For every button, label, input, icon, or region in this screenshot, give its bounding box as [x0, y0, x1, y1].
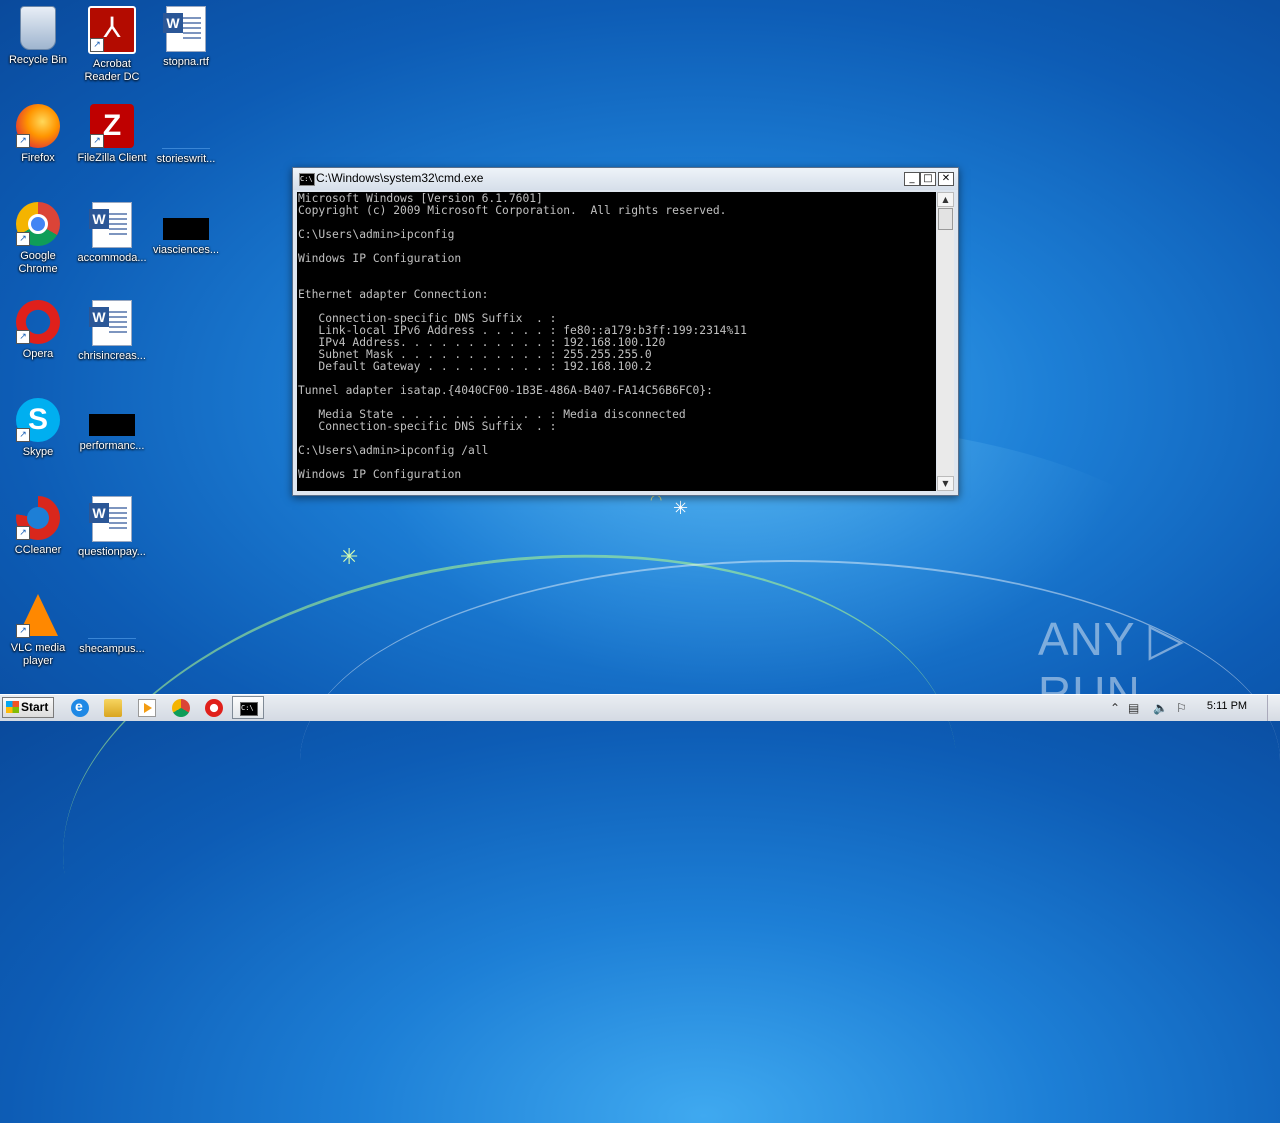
cmd-app-icon[interactable]: C:\: [299, 173, 315, 186]
taskbar: Start C:\ ⌃ ▤ 🔈 ⚐ 5:11 PM: [0, 694, 1280, 721]
desktop-icon-opera[interactable]: ↗ Opera: [0, 300, 76, 361]
cmd-window[interactable]: C:\ C:\Windows\system32\cmd.exe _ □ ✕ Mi…: [292, 167, 959, 496]
desktop-icon-questionpay[interactable]: W questionpay...: [74, 496, 150, 559]
desktop-icon-chrome[interactable]: ↗ Google Chrome: [0, 202, 76, 276]
desktop-icon-recycle-bin[interactable]: Recycle Bin: [0, 6, 76, 67]
desktop-icon-label: shecampus...: [79, 643, 145, 655]
desktop-icon-chrisincreas[interactable]: W chrisincreas...: [74, 300, 150, 363]
desktop-icon-label: VLC media player: [10, 642, 66, 667]
firefox-icon: ↗: [16, 104, 60, 148]
scrollbar-thumb[interactable]: [938, 208, 953, 230]
cmd-console[interactable]: Microsoft Windows [Version 6.1.7601] Cop…: [297, 192, 936, 491]
chrome-taskbar-icon[interactable]: [172, 699, 190, 717]
desktop-icon-label: FileZilla Client: [77, 152, 147, 164]
opera-icon: ↗: [16, 300, 60, 344]
scroll-up-arrow-icon[interactable]: ▲: [937, 192, 954, 207]
desktop-icon-label: Skype: [22, 446, 54, 458]
shortcut-arrow-icon: ↗: [16, 624, 30, 638]
shortcut-arrow-icon: ↗: [16, 134, 30, 148]
blank-file-icon: [162, 120, 210, 149]
start-button[interactable]: Start: [2, 697, 54, 718]
file-explorer-icon[interactable]: [104, 699, 122, 717]
action-center-flag-icon[interactable]: ⚐: [1176, 699, 1187, 717]
internet-explorer-icon[interactable]: [71, 698, 89, 717]
cmd-icon: C:\: [240, 702, 258, 716]
desktop-icon-label: Recycle Bin: [8, 54, 68, 66]
word-document-icon: W: [89, 300, 132, 346]
word-document-icon: W: [89, 202, 132, 248]
desktop-icon-label: Google Chrome: [18, 250, 58, 275]
network-icon[interactable]: ▤: [1128, 699, 1144, 717]
desktop-icon-label: questionpay...: [78, 546, 146, 558]
shortcut-arrow-icon: ↗: [90, 38, 104, 52]
black-thumbnail-icon: [89, 414, 135, 436]
close-button[interactable]: ✕: [938, 172, 954, 186]
desktop-icon-label: viasciences...: [152, 244, 220, 256]
windows-logo-icon: [6, 701, 19, 713]
desktop-icon-label: Acrobat Reader DC: [84, 58, 140, 83]
shortcut-arrow-icon: ↗: [16, 232, 30, 246]
cmd-output-text: Microsoft Windows [Version 6.1.7601] Cop…: [298, 192, 747, 481]
desktop-icon-storieswrit[interactable]: storieswrit...: [148, 104, 224, 166]
desktop-icon-label: accommoda...: [77, 252, 147, 264]
desktop-icon-filezilla[interactable]: Z ↗ FileZilla Client: [74, 104, 150, 165]
desktop-icon-acrobat[interactable]: ⅄ ↗ Acrobat Reader DC: [74, 6, 150, 84]
desktop-icon-stopna[interactable]: W stopna.rtf: [148, 6, 224, 69]
cmd-titlebar[interactable]: C:\ C:\Windows\system32\cmd.exe _ □ ✕: [293, 168, 958, 190]
shortcut-arrow-icon: ↗: [16, 526, 30, 540]
wallpaper-sparkle: ✳: [340, 545, 359, 570]
show-hidden-icons-icon[interactable]: ⌃: [1110, 699, 1120, 717]
taskbar-clock[interactable]: 5:11 PM: [1196, 700, 1258, 712]
desktop-icon-viasciences[interactable]: viasciences...: [148, 202, 224, 257]
skype-icon: S ↗: [16, 398, 60, 442]
desktop-icon-ccleaner[interactable]: ↗ CCleaner: [0, 496, 76, 557]
black-thumbnail-icon: [163, 218, 209, 240]
cmd-scrollbar[interactable]: ▲ ▼: [937, 192, 954, 491]
desktop-icon-label: Opera: [22, 348, 54, 360]
ccleaner-icon: ↗: [16, 496, 60, 540]
desktop-icon-label: performanc...: [79, 440, 145, 452]
shortcut-arrow-icon: ↗: [16, 428, 30, 442]
desktop-icon-label: Firefox: [21, 152, 55, 164]
shortcut-arrow-icon: ↗: [16, 330, 30, 344]
wallpaper-sparkle: ✳: [673, 498, 689, 519]
scroll-down-arrow-icon[interactable]: ▼: [937, 476, 954, 491]
cmd-taskbar-button[interactable]: C:\: [232, 696, 264, 719]
start-label: Start: [21, 700, 49, 714]
recycle-bin-icon: [20, 6, 56, 50]
opera-taskbar-icon[interactable]: [205, 699, 223, 717]
show-desktop-button[interactable]: [1267, 695, 1280, 721]
desktop-icon-firefox[interactable]: ↗ Firefox: [0, 104, 76, 165]
desktop-icon-label: stopna.rtf: [163, 56, 209, 68]
minimize-button[interactable]: _: [904, 172, 920, 186]
maximize-button[interactable]: □: [920, 172, 936, 186]
volume-icon[interactable]: 🔈: [1153, 699, 1168, 717]
desktop-icon-performanc[interactable]: performanc...: [74, 398, 150, 453]
media-player-icon[interactable]: [138, 699, 156, 717]
filezilla-icon: Z ↗: [90, 104, 134, 148]
word-document-icon: W: [89, 496, 132, 542]
blank-file-icon: [88, 610, 136, 639]
desktop-icon-vlc[interactable]: ↗ VLC media player: [0, 594, 76, 668]
shortcut-arrow-icon: ↗: [90, 134, 104, 148]
desktop-icon-accommoda[interactable]: W accommoda...: [74, 202, 150, 265]
desktop-icon-label: chrisincreas...: [78, 350, 146, 362]
vlc-icon: ↗: [16, 594, 60, 638]
cmd-window-title: C:\Windows\system32\cmd.exe: [316, 171, 484, 185]
wallpaper-arc: [29, 499, 991, 1123]
desktop-icon-skype[interactable]: S ↗ Skype: [0, 398, 76, 459]
desktop-icon-label: CCleaner: [14, 544, 62, 556]
acrobat-reader-icon: ⅄ ↗: [88, 6, 136, 54]
desktop-icon-shecampus[interactable]: shecampus...: [74, 594, 150, 656]
chrome-icon: ↗: [16, 202, 60, 246]
word-document-icon: W: [163, 6, 206, 52]
desktop-icon-label: storieswrit...: [156, 153, 216, 165]
